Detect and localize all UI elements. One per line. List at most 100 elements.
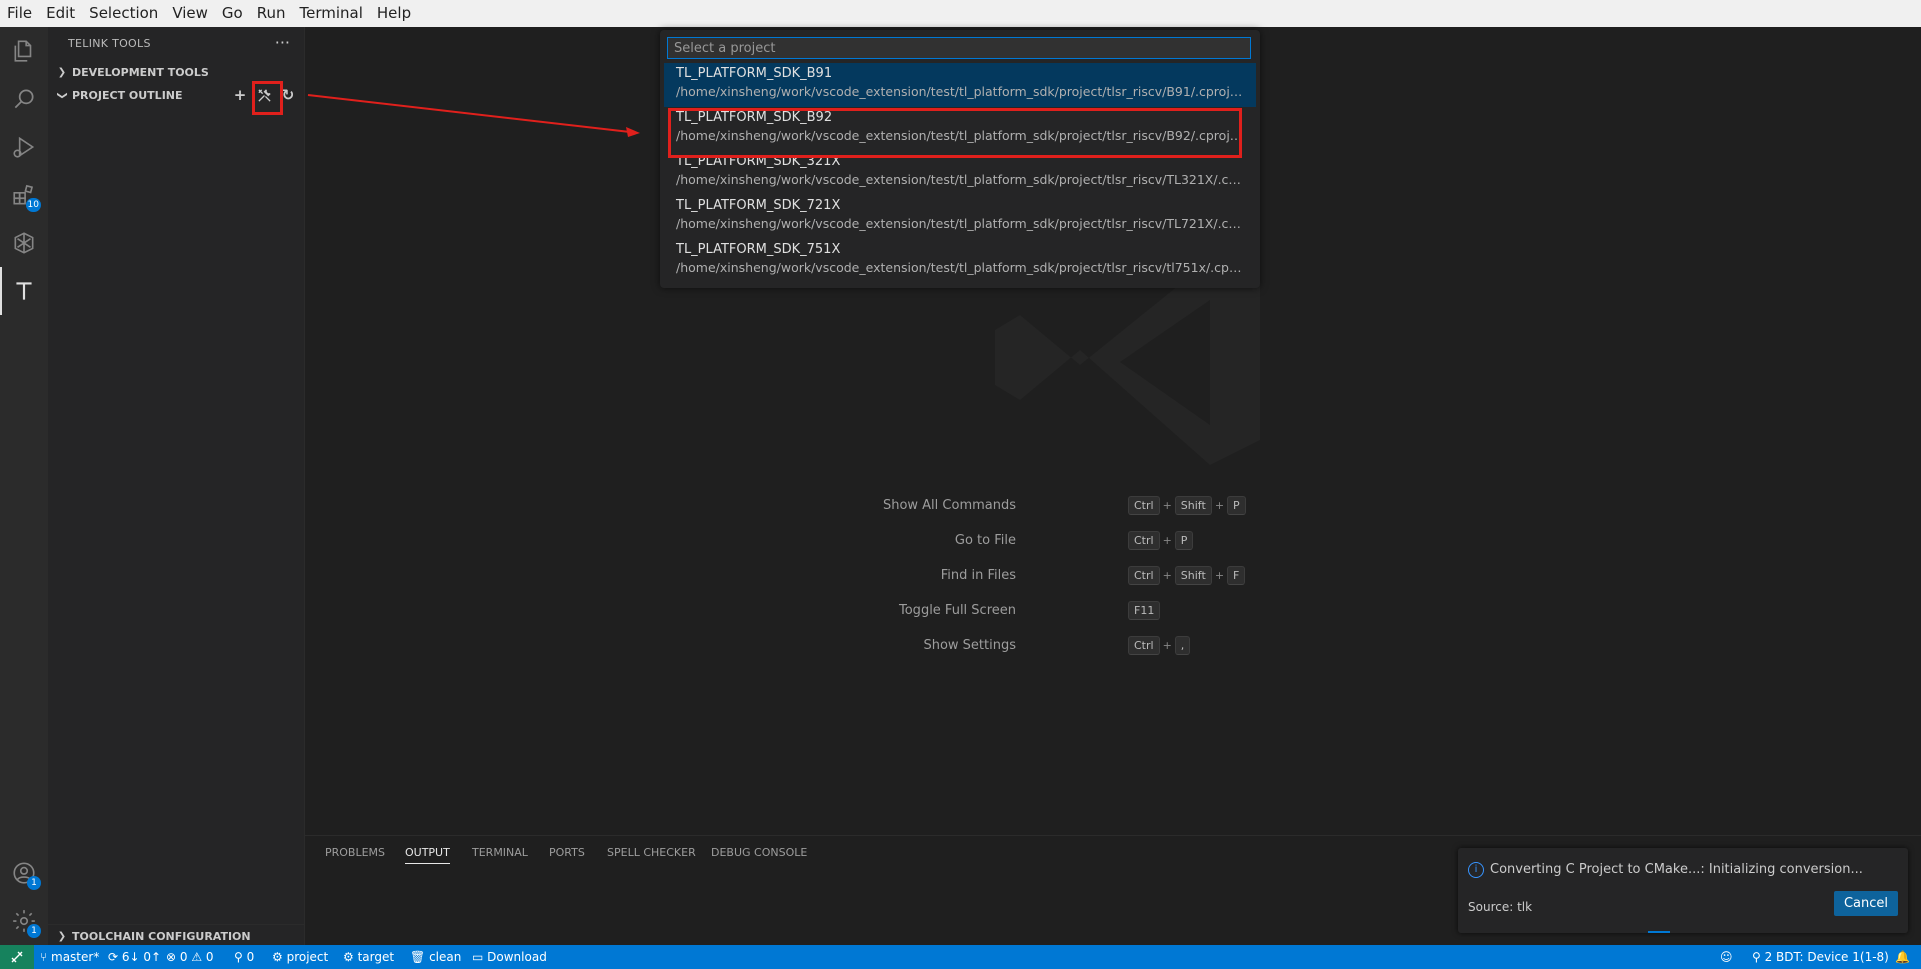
- annotation-arrow: [307, 94, 640, 137]
- branch-status[interactable]: ⑂ master*: [40, 945, 99, 969]
- chevron-right-icon: ❯: [57, 66, 67, 78]
- run-debug-icon[interactable]: [0, 123, 48, 171]
- menu-bar: File Edit Selection View Go Run Terminal…: [0, 0, 1921, 27]
- project-path: /home/xinsheng/work/vscode_extension/tes…: [676, 172, 1246, 187]
- key: F: [1227, 566, 1246, 585]
- shortcut-label: Show Settings: [923, 638, 1016, 653]
- more-actions-icon[interactable]: ···: [275, 33, 290, 52]
- notification-source: Source: tlk: [1468, 900, 1533, 914]
- download-label: Download: [487, 950, 547, 964]
- sidebar-title: TELINK TOOLS: [68, 37, 151, 50]
- progress-indicator: [1648, 931, 1670, 933]
- key: F11: [1128, 601, 1161, 620]
- key: Ctrl: [1128, 566, 1160, 585]
- device-status[interactable]: ⚲ 2 BDT: Device 1(1-8): [1752, 945, 1889, 969]
- annotation-highlight-box: [252, 81, 283, 115]
- accounts-badge: 1: [27, 876, 41, 890]
- device-label: 2 BDT: Device 1(1-8): [1764, 950, 1889, 964]
- section-label: DEVELOPMENT TOOLS: [72, 65, 209, 79]
- project-option[interactable]: TL_PLATFORM_SDK_751X /home/xinsheng/work…: [664, 239, 1256, 283]
- explorer-icon[interactable]: [0, 27, 48, 75]
- key: Ctrl: [1128, 531, 1160, 550]
- key: Ctrl: [1128, 496, 1160, 515]
- shortcut-row: Show All Commands Ctrl + Shift + P: [883, 496, 1320, 516]
- extensions-icon[interactable]: 10: [0, 171, 48, 219]
- warning-count: 0: [205, 950, 214, 964]
- project-option[interactable]: TL_PLATFORM_SDK_B91 /home/xinsheng/work/…: [664, 63, 1256, 107]
- key: ,: [1174, 636, 1191, 655]
- clean-label: clean: [429, 950, 462, 964]
- annotation-highlight-box: [668, 108, 1242, 158]
- error-count: 0: [179, 950, 188, 964]
- activity-bar: 10 1 1: [0, 27, 48, 945]
- project-status[interactable]: ⚙ project: [272, 945, 328, 969]
- clean-status[interactable]: 🗑 clean: [410, 945, 461, 969]
- shortcut-label: Toggle Full Screen: [899, 603, 1016, 618]
- copilot-icon[interactable]: ☺: [1720, 945, 1733, 969]
- settings-gear-icon[interactable]: 1: [0, 897, 48, 945]
- search-icon[interactable]: [0, 75, 48, 123]
- ports-status[interactable]: ⚲ 0: [234, 945, 254, 969]
- sync-counts: 6↓ 0↑: [121, 950, 162, 964]
- notification-message: Converting C Project to CMake...: Initia…: [1490, 862, 1863, 877]
- menu-run[interactable]: Run: [250, 0, 293, 27]
- download-status[interactable]: ▭ Download: [472, 945, 547, 969]
- tab-terminal[interactable]: TERMINAL: [472, 846, 528, 859]
- tab-output[interactable]: OUTPUT: [405, 846, 450, 864]
- shortcut-row: Go to File Ctrl + P: [900, 531, 1320, 551]
- shortcut-label: Find in Files: [940, 568, 1016, 583]
- chevron-down-icon: ❯: [56, 90, 68, 100]
- project-option[interactable]: TL_PLATFORM_SDK_721X /home/xinsheng/work…: [664, 195, 1256, 239]
- ports-count: 0: [246, 950, 255, 964]
- shortcut-row: Find in Files Ctrl + Shift + F: [900, 566, 1320, 586]
- shortcut-row: Show Settings Ctrl + ,: [900, 636, 1320, 656]
- section-toolchain-configuration[interactable]: ❯ TOOLCHAIN CONFIGURATION: [48, 924, 304, 947]
- shortcut-label: Show All Commands: [882, 498, 1016, 513]
- menu-file[interactable]: File: [0, 0, 39, 27]
- menu-go[interactable]: Go: [215, 0, 250, 27]
- menu-terminal[interactable]: Terminal: [293, 0, 370, 27]
- menu-edit[interactable]: Edit: [39, 0, 82, 27]
- menu-help[interactable]: Help: [370, 0, 418, 27]
- shortcut-label: Go to File: [954, 533, 1016, 548]
- problems-status[interactable]: ⊗ 0 ⚠ 0: [166, 945, 214, 969]
- section-development-tools[interactable]: ❯ DEVELOPMENT TOOLS: [48, 61, 304, 83]
- settings-badge: 1: [27, 924, 41, 938]
- key: Shift: [1174, 566, 1212, 585]
- project-path: /home/xinsheng/work/vscode_extension/tes…: [676, 84, 1246, 99]
- sidebar: TELINK TOOLS ··· ❯ DEVELOPMENT TOOLS ❯ P…: [48, 27, 305, 945]
- key: P: [1227, 496, 1246, 515]
- project-name: TL_PLATFORM_SDK_721X: [676, 198, 841, 213]
- tab-debug-console[interactable]: DEBUG CONSOLE: [711, 846, 807, 859]
- tab-problems[interactable]: PROBLEMS: [325, 846, 385, 859]
- tab-ports[interactable]: PORTS: [549, 846, 585, 859]
- telink-tools-icon[interactable]: [0, 267, 48, 315]
- add-project-icon[interactable]: +: [230, 85, 250, 105]
- cancel-button[interactable]: Cancel: [1833, 891, 1898, 916]
- accounts-icon[interactable]: 1: [0, 849, 48, 897]
- project-name: TL_PLATFORM_SDK_751X: [676, 242, 841, 257]
- remote-icon[interactable]: [0, 945, 34, 969]
- info-icon: i: [1468, 862, 1484, 878]
- target-status[interactable]: ⚙ target: [343, 945, 394, 969]
- menu-view[interactable]: View: [165, 0, 215, 27]
- project-search-input[interactable]: [667, 37, 1251, 59]
- project-quick-pick: TL_PLATFORM_SDK_B91 /home/xinsheng/work/…: [660, 30, 1260, 288]
- tab-spell-checker[interactable]: SPELL CHECKER: [607, 846, 696, 859]
- notifications-bell-icon[interactable]: 🔔: [1895, 945, 1910, 969]
- sync-status[interactable]: ⟳ 6↓ 0↑: [108, 945, 161, 969]
- key: Shift: [1174, 496, 1212, 515]
- target-label: target: [357, 950, 395, 964]
- section-label: TOOLCHAIN CONFIGURATION: [72, 929, 251, 943]
- key: Ctrl: [1128, 636, 1160, 655]
- menu-selection[interactable]: Selection: [82, 0, 165, 27]
- section-label: PROJECT OUTLINE: [72, 88, 183, 102]
- key: P: [1174, 531, 1194, 550]
- extensions-badge: 10: [25, 198, 41, 212]
- project-label: project: [286, 950, 329, 964]
- project-path: /home/xinsheng/work/vscode_extension/tes…: [676, 216, 1246, 231]
- project-path: /home/xinsheng/work/vscode_extension/tes…: [676, 260, 1246, 275]
- project-name: TL_PLATFORM_SDK_B91: [676, 66, 833, 81]
- telink-logo-icon[interactable]: [0, 219, 48, 267]
- shortcut-row: Toggle Full Screen F11: [899, 601, 1320, 621]
